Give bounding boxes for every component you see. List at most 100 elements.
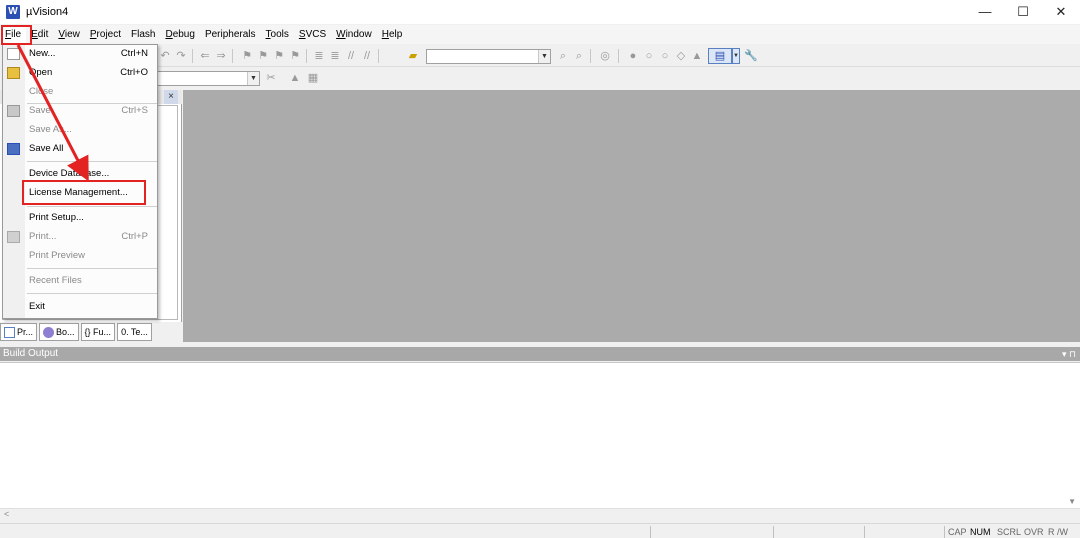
books-tab-icon bbox=[43, 326, 55, 338]
uncomment-icon[interactable]: // bbox=[360, 49, 374, 63]
configure-wrench-icon[interactable]: 🔧 bbox=[744, 49, 758, 63]
menu-item-save-all[interactable]: Save All bbox=[3, 140, 157, 158]
find-icon[interactable]: ⌕ bbox=[556, 49, 570, 63]
status-rw: R /W bbox=[1048, 527, 1068, 537]
menu-item-save[interactable]: Save Ctrl+S bbox=[3, 102, 157, 120]
menu-item-label: Print... bbox=[29, 231, 57, 242]
find-in-files-icon[interactable]: ▰ bbox=[406, 49, 420, 63]
target-select[interactable]: ▼ bbox=[152, 71, 260, 86]
manage-components-icon[interactable]: ▲ bbox=[288, 71, 302, 85]
pane-splitter[interactable] bbox=[0, 342, 1080, 346]
editor-workspace[interactable] bbox=[183, 90, 1080, 342]
menu-item-exit[interactable]: Exit bbox=[3, 298, 157, 316]
minimize-button[interactable]: — bbox=[966, 0, 1004, 24]
insert-icon[interactable]: ▲ bbox=[690, 49, 704, 63]
multi-project-icon[interactable]: ▦ bbox=[306, 71, 320, 85]
breakpoint-kill-icon[interactable]: ◇ bbox=[674, 49, 688, 63]
target-options-icon[interactable]: ✂ bbox=[264, 71, 278, 85]
bookmark-clear-icon[interactable]: ⚑ bbox=[288, 49, 302, 63]
project-pane-tabs: Pr... Bo... {} Fu... 0. Te... bbox=[0, 322, 182, 342]
indent-icon[interactable]: ≣ bbox=[312, 49, 326, 63]
undo-icon[interactable]: ↶ bbox=[158, 49, 172, 63]
toolbar-separator bbox=[306, 49, 307, 63]
tab-functions-label: {} Fu... bbox=[84, 327, 112, 337]
menu-bar: File Edit View Project Flash Debug Perip… bbox=[0, 25, 1080, 44]
menu-item-print[interactable]: Print... Ctrl+P bbox=[3, 228, 157, 246]
toolbar-separator bbox=[378, 49, 379, 63]
scroll-left-icon[interactable]: < bbox=[4, 509, 9, 519]
tab-templates[interactable]: 0. Te... bbox=[117, 323, 152, 341]
menu-window[interactable]: Window bbox=[331, 25, 377, 44]
close-window-button[interactable]: ✕ bbox=[1042, 0, 1080, 24]
menu-item-label: Print Setup... bbox=[29, 212, 84, 223]
menu-debug[interactable]: Debug bbox=[160, 25, 199, 44]
status-scrl: SCRL bbox=[997, 527, 1022, 537]
save-all-icon bbox=[7, 143, 20, 155]
menu-item-save-as[interactable]: Save As... bbox=[3, 121, 157, 139]
menu-flash[interactable]: Flash bbox=[126, 25, 160, 44]
chevron-down-icon[interactable]: ▼ bbox=[538, 50, 550, 63]
breakpoint-clear-icon[interactable]: ○ bbox=[658, 49, 672, 63]
toolbar-separator bbox=[232, 49, 233, 63]
pin-icon[interactable]: ▾ ⊓ bbox=[1062, 347, 1076, 361]
window-title: µVision4 bbox=[26, 6, 69, 18]
status-num: NUM bbox=[970, 527, 991, 537]
find-combo[interactable]: ▼ bbox=[426, 49, 551, 64]
menu-item-open[interactable]: Open Ctrl+O bbox=[3, 64, 157, 82]
nav-forward-icon[interactable]: ⇒ bbox=[214, 49, 228, 63]
bookmark-next-icon[interactable]: ⚑ bbox=[272, 49, 286, 63]
tab-project-label: Pr... bbox=[17, 327, 34, 337]
menu-tools[interactable]: Tools bbox=[261, 25, 294, 44]
incremental-find-icon[interactable]: ⌕ bbox=[572, 49, 586, 63]
menu-separator bbox=[27, 268, 157, 269]
tab-templates-label: 0. Te... bbox=[121, 327, 148, 337]
menu-item-label: Print Preview bbox=[29, 250, 85, 261]
tab-project[interactable]: Pr... bbox=[0, 323, 38, 341]
scroll-down-icon[interactable]: ▼ bbox=[1068, 497, 1076, 506]
toolbar-separator bbox=[590, 49, 591, 63]
menu-item-label: Save bbox=[29, 105, 51, 116]
bookmark-prev-icon[interactable]: ⚑ bbox=[256, 49, 270, 63]
debug-session-icon[interactable]: ◎ bbox=[598, 49, 612, 63]
build-output-text[interactable] bbox=[0, 362, 1080, 508]
menu-item-shortcut: Ctrl+P bbox=[121, 231, 148, 242]
menu-item-label: Close bbox=[29, 86, 54, 97]
breakpoint-icon[interactable]: ● bbox=[626, 49, 640, 63]
redo-icon[interactable]: ↷ bbox=[174, 49, 188, 63]
menu-separator bbox=[27, 206, 157, 207]
menu-view[interactable]: View bbox=[53, 25, 85, 44]
status-divider bbox=[864, 526, 865, 538]
tab-books[interactable]: Bo... bbox=[39, 323, 79, 341]
nav-back-icon[interactable]: ⇐ bbox=[198, 49, 212, 63]
tab-functions[interactable]: {} Fu... bbox=[80, 323, 116, 341]
printer-icon bbox=[7, 231, 20, 243]
menu-item-label: Open bbox=[29, 67, 53, 78]
menu-item-label: New... bbox=[29, 48, 56, 59]
close-icon[interactable]: × bbox=[164, 90, 178, 104]
menu-separator bbox=[27, 161, 157, 162]
menu-help[interactable]: Help bbox=[377, 25, 408, 44]
horizontal-scrollbar[interactable]: < bbox=[0, 508, 1080, 522]
menu-svcs[interactable]: SVCS bbox=[294, 25, 331, 44]
menu-project[interactable]: Project bbox=[85, 25, 126, 44]
menu-item-new[interactable]: New... Ctrl+N bbox=[3, 45, 157, 63]
chevron-down-icon[interactable]: ▼ bbox=[247, 72, 259, 85]
window-controls: — ☐ ✕ bbox=[966, 0, 1080, 24]
main-toolbar: ↶ ↷ ⇐ ⇒ ⚑ ⚑ ⚑ ⚑ ≣ ≣ // // ▰ ▼ ⌕ ⌕ ◎ ● ○ … bbox=[150, 45, 1080, 67]
menu-item-close[interactable]: Close bbox=[3, 83, 157, 101]
tab-books-label: Bo... bbox=[56, 327, 75, 337]
menu-item-shortcut: Ctrl+N bbox=[120, 48, 148, 59]
menu-item-print-preview[interactable]: Print Preview bbox=[3, 247, 157, 265]
menu-item-print-setup[interactable]: Print Setup... bbox=[3, 209, 157, 227]
menu-peripherals[interactable]: Peripherals bbox=[200, 25, 261, 44]
annotation-highlight-file-menu bbox=[1, 25, 32, 45]
maximize-button[interactable]: ☐ bbox=[1004, 0, 1042, 24]
unindent-icon[interactable]: ≣ bbox=[328, 49, 342, 63]
window-layout-icon[interactable]: ▤ bbox=[708, 48, 732, 64]
menu-item-recent-files[interactable]: Recent Files bbox=[3, 272, 157, 290]
build-output-header: Build Output ▾ ⊓ bbox=[0, 347, 1080, 361]
comment-icon[interactable]: // bbox=[344, 49, 358, 63]
bookmark-icon[interactable]: ⚑ bbox=[240, 49, 254, 63]
breakpoint-disable-icon[interactable]: ○ bbox=[642, 49, 656, 63]
chevron-down-icon[interactable]: ▼ bbox=[732, 48, 740, 64]
